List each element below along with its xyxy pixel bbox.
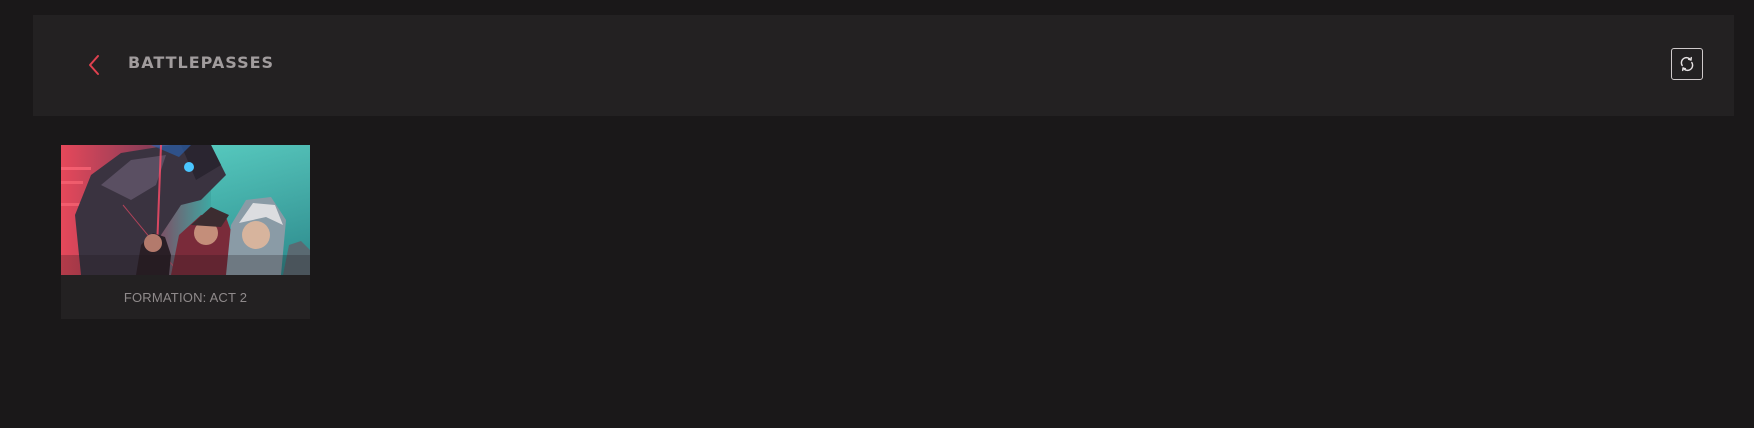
page-title: BATTLEPASSES: [128, 53, 275, 72]
page-header: BATTLEPASSES: [33, 15, 1734, 116]
refresh-button[interactable]: [1671, 48, 1703, 80]
battlepass-artwork: [61, 145, 310, 275]
refresh-icon: [1680, 56, 1694, 72]
battlepass-name: FORMATION: ACT 2: [123, 289, 248, 305]
app-window: BATTLEPASSES FORMATION: ACT 2: [0, 0, 1754, 428]
battlepass-card[interactable]: FORMATION: ACT 2: [61, 145, 310, 319]
chevron-left-icon: [89, 55, 99, 75]
back-button[interactable]: [81, 51, 107, 79]
